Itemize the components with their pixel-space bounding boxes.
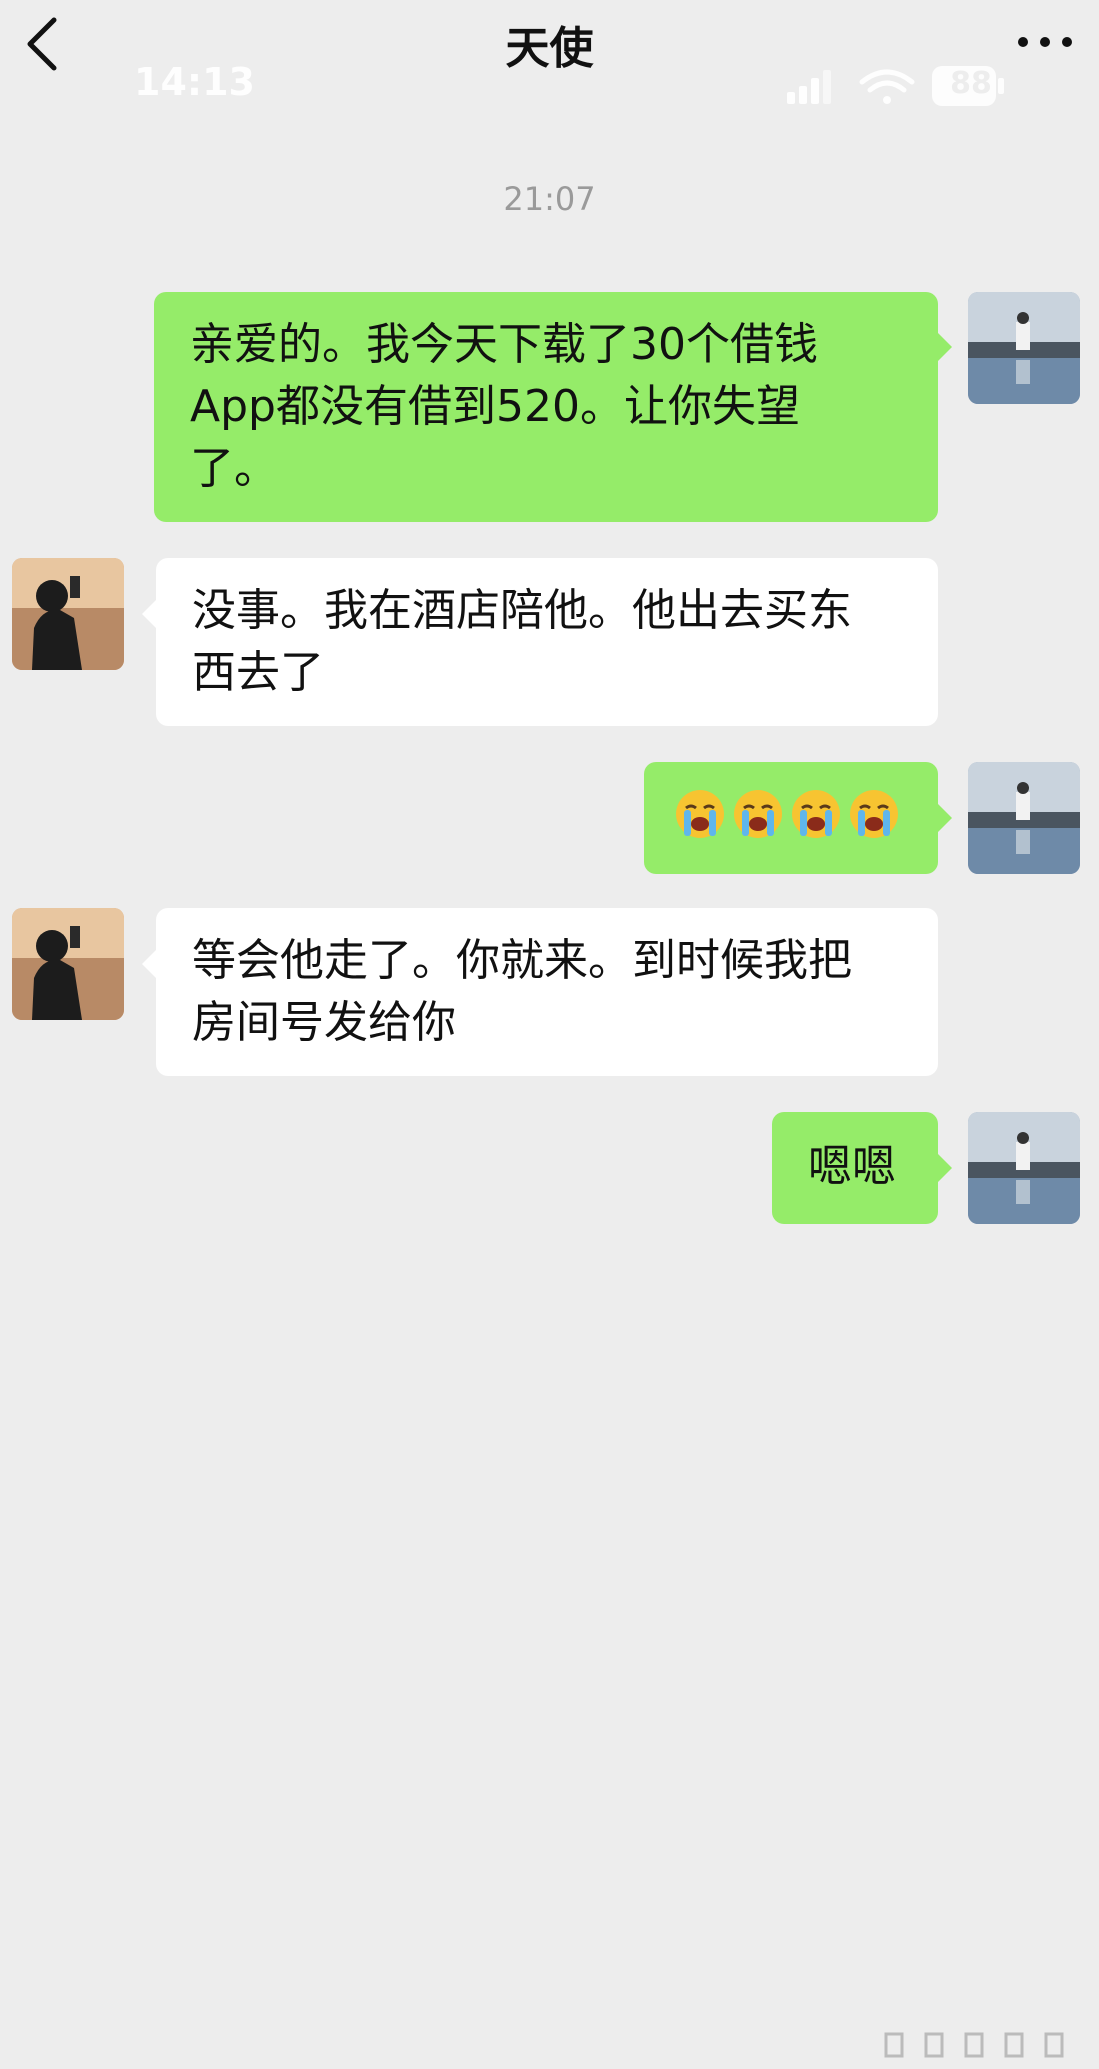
message-bubble-sent[interactable] xyxy=(644,762,938,874)
top-bar: 天使 14:13 88 xyxy=(0,0,1099,140)
bubble-tail xyxy=(938,333,952,361)
message-line: 房间号发给你 xyxy=(192,997,456,1048)
my-avatar[interactable] xyxy=(968,1112,1080,1224)
my-avatar[interactable] xyxy=(968,762,1080,874)
bubble-tail xyxy=(938,1154,952,1182)
message-line: 了。 xyxy=(190,443,278,494)
bubble-tail xyxy=(142,600,156,628)
loudly-crying-face-icon xyxy=(792,790,840,838)
bubble-tail xyxy=(938,804,952,832)
message-bubble-received[interactable]: 等会他走了。你就来。到时候我把 房间号发给你 xyxy=(156,908,938,1076)
contact-avatar[interactable] xyxy=(12,908,124,1020)
contact-avatar[interactable] xyxy=(12,558,124,670)
message-bubble-sent[interactable]: 嗯嗯 xyxy=(772,1112,938,1224)
message-line: 亲爱的。我今天下载了30个借钱 xyxy=(190,319,818,370)
chat-timestamp: 21:07 xyxy=(503,180,596,218)
status-time: 14:13 xyxy=(134,60,255,104)
wifi-icon xyxy=(859,69,915,104)
my-avatar[interactable] xyxy=(968,292,1080,404)
loudly-crying-face-icon xyxy=(734,790,782,838)
message-line: 西去了 xyxy=(192,647,324,698)
emoji-row xyxy=(674,780,908,840)
loudly-crying-face-icon xyxy=(850,790,898,838)
battery-level: 88 xyxy=(950,66,992,101)
more-dots-icon[interactable] xyxy=(1013,26,1077,58)
message-line: 没事。我在酒店陪他。他出去买东 xyxy=(192,585,852,636)
message-line: 嗯嗯 xyxy=(808,1141,896,1192)
loudly-crying-face-icon xyxy=(676,790,724,838)
message-line: App都没有借到520。让你失望 xyxy=(190,381,800,432)
bubble-tail xyxy=(142,950,156,978)
message-bubble-received[interactable]: 没事。我在酒店陪他。他出去买东 西去了 xyxy=(156,558,938,726)
watermark-icon xyxy=(884,2032,1064,2058)
message-line: 等会他走了。你就来。到时候我把 xyxy=(192,935,852,986)
message-bubble-sent[interactable]: 亲爱的。我今天下载了30个借钱 App都没有借到520。让你失望 了。 xyxy=(154,292,938,522)
signal-icon xyxy=(787,70,831,104)
